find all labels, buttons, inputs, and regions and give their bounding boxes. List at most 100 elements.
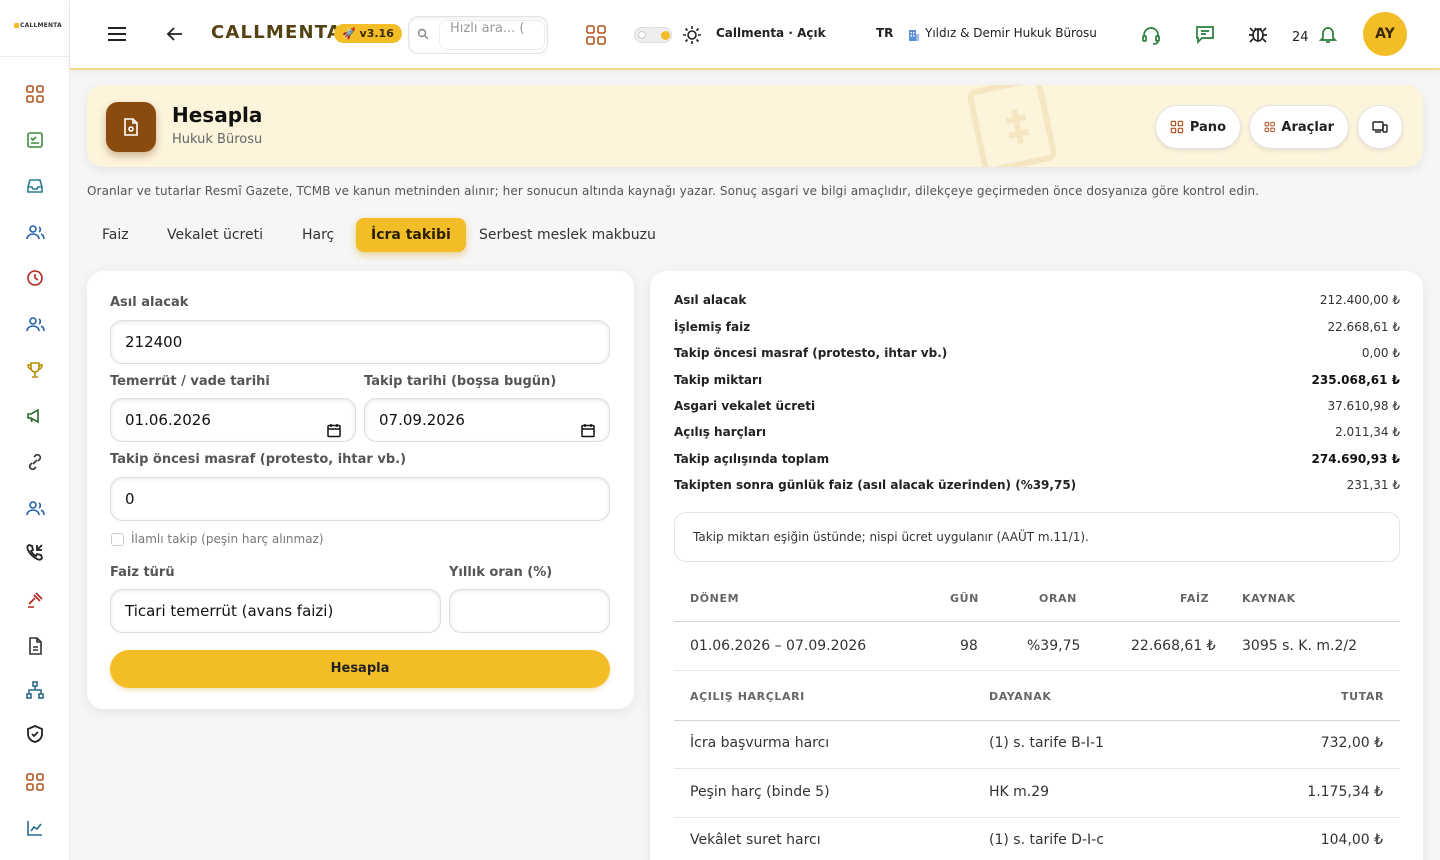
apps-grid-icon[interactable] [585, 24, 607, 46]
users-icon[interactable] [24, 221, 46, 243]
brand-name[interactable]: CALLMENTA [211, 22, 342, 43]
top-bar: CALLMENTA 🚀 v3.16 Hızlı ara... ( Callmen… [70, 0, 1440, 70]
summary-label: İşlemiş faiz [674, 320, 751, 334]
clock-icon[interactable] [24, 267, 46, 289]
grid-icon [1170, 120, 1184, 134]
megaphone-icon[interactable] [24, 405, 46, 427]
tab-icra-takibi[interactable]: İcra takibi [356, 218, 466, 252]
theme-toggle[interactable] [634, 27, 672, 43]
follow-date-input[interactable]: 07.09.2026 [364, 398, 610, 442]
summary-row: Asıl alacak 212.400,00 ₺ [674, 293, 1400, 313]
divider [674, 621, 1400, 622]
phone-incoming-icon[interactable] [24, 541, 46, 563]
principal-input[interactable]: 212400 [110, 320, 610, 364]
sidebar-logo-text: CALLMENTA [20, 22, 62, 29]
summary-label: Açılış harçları [674, 425, 766, 439]
pano-button[interactable]: Pano [1155, 105, 1241, 149]
araclar-button[interactable]: Araçlar [1249, 105, 1349, 149]
sidebar-logo[interactable]: CALLMENTA [14, 22, 62, 29]
default-date-input[interactable]: 01.06.2026 [110, 398, 356, 442]
divider [674, 768, 1400, 769]
menu-icon[interactable] [107, 26, 127, 42]
summary-label: Asgari vekalet ücreti [674, 399, 816, 413]
summary-value: 22.668,61 ₺ [1327, 320, 1400, 334]
pano-label: Pano [1189, 119, 1226, 135]
tab-vekalet-ucreti[interactable]: Vekalet ücreti [152, 218, 278, 252]
column-header: GÜN [950, 592, 979, 605]
interest-cell: 22.668,61 ₺ [1131, 638, 1216, 654]
chat-icon[interactable] [1194, 23, 1216, 45]
summary-label: Takip öncesi masraf (protesto, ihtar vb.… [674, 346, 948, 360]
summary-value: 2.011,34 ₺ [1335, 425, 1400, 439]
calculator-doc-icon [106, 102, 156, 152]
fee-name-cell: Vekâlet suret harcı [690, 832, 821, 848]
chart-line-icon[interactable] [24, 817, 46, 839]
fee-basis-cell: (1) s. tarife B-I-1 [989, 735, 1104, 751]
org-chart-icon[interactable] [24, 679, 46, 701]
apps-icon[interactable] [24, 771, 46, 793]
fee-amount-cell: 1.175,34 ₺ [1307, 784, 1383, 800]
firm-selector[interactable]: Yıldız & Demir Hukuk Bürosu [925, 26, 1125, 40]
summary-value: 231,31 ₺ [1346, 478, 1400, 492]
summary-value: 37.610,98 ₺ [1327, 399, 1400, 413]
result-panel: Asıl alacak 212.400,00 ₺ İşlemiş faiz 22.6… [650, 271, 1423, 860]
inbox-icon[interactable] [24, 175, 46, 197]
interest-type-select[interactable]: Ticari temerrüt (avans faizi) [110, 589, 441, 633]
headset-icon[interactable] [1140, 24, 1162, 46]
summary-label: Takip miktarı [674, 373, 763, 387]
calculate-button[interactable]: Hesapla [110, 650, 610, 688]
expense-label: Takip öncesi masraf (protesto, ihtar vb.… [110, 452, 407, 467]
tab-serbest-meslek-makbuzu[interactable]: Serbest meslek makbuzu [464, 218, 671, 252]
column-header: FAİZ [1180, 592, 1210, 605]
avatar[interactable]: AY [1363, 12, 1407, 56]
document-icon[interactable] [24, 635, 46, 657]
page-title: Hesapla [172, 103, 263, 127]
ilamli-checkbox[interactable] [111, 533, 124, 546]
gavel-icon[interactable] [24, 589, 46, 611]
back-arrow-icon[interactable] [166, 26, 184, 42]
bell-icon[interactable] [1319, 24, 1337, 44]
rate-cell: %39,75 [1027, 638, 1081, 654]
expense-input[interactable]: 0 [110, 477, 610, 521]
fee-basis-cell: (1) s. tarife D-I-c [989, 832, 1104, 848]
divider [674, 817, 1400, 818]
link-icon[interactable] [24, 451, 46, 473]
sidebar: CALLMENTA [0, 0, 70, 860]
fee-amount-cell: 104,00 ₺ [1320, 832, 1383, 848]
column-header: AÇILIŞ HARÇLARI [690, 690, 805, 703]
annual-rate-input[interactable] [449, 589, 610, 633]
search-box: Hızlı ara... ( [408, 16, 548, 54]
device-view-button[interactable] [1357, 105, 1403, 149]
column-header: DAYANAK [989, 690, 1052, 703]
notification-count: 24 [1292, 30, 1309, 45]
search-input[interactable]: Hızlı ara... ( [439, 20, 545, 50]
column-header: TUTAR [1341, 690, 1385, 703]
page-header: Hesapla Hukuk Bürosu Pano Araçlar [87, 85, 1423, 167]
version-text: v3.16 [359, 27, 394, 40]
bug-icon[interactable] [1247, 23, 1269, 45]
calendar-icon[interactable] [581, 412, 595, 441]
language-switch[interactable]: TR [876, 26, 893, 40]
checklist-icon[interactable] [24, 129, 46, 151]
tab-faiz[interactable]: Faiz [87, 218, 144, 252]
contacts-icon[interactable] [24, 497, 46, 519]
info-notice: Oranlar ve tutarlar Resmî Gazete, TCMB v… [87, 184, 1260, 198]
trophy-icon[interactable] [24, 359, 46, 381]
fee-name-cell: İcra başvurma harcı [690, 735, 830, 751]
shield-check-icon[interactable] [24, 723, 46, 745]
building-icon [908, 28, 920, 41]
divider [0, 56, 70, 57]
calendar-icon[interactable] [327, 412, 341, 441]
summary-row: Açılış harçları 2.011,34 ₺ [674, 425, 1400, 445]
sun-icon[interactable] [681, 24, 703, 46]
summary-label: Asıl alacak [674, 293, 747, 307]
interest-type-label: Faiz türü [110, 565, 175, 580]
search-icon[interactable] [417, 28, 429, 40]
grid-icon[interactable] [24, 83, 46, 105]
summary-value: 274.690,93 ₺ [1311, 452, 1400, 466]
user-group-icon[interactable] [24, 313, 46, 335]
workspace-status[interactable]: Callmenta · Açık [716, 26, 826, 40]
column-header: ORAN [1039, 592, 1077, 605]
tab-harc[interactable]: Harç [287, 218, 349, 252]
threshold-note: Takip miktarı eşiğin üstünde; nispi ücre… [674, 512, 1400, 562]
